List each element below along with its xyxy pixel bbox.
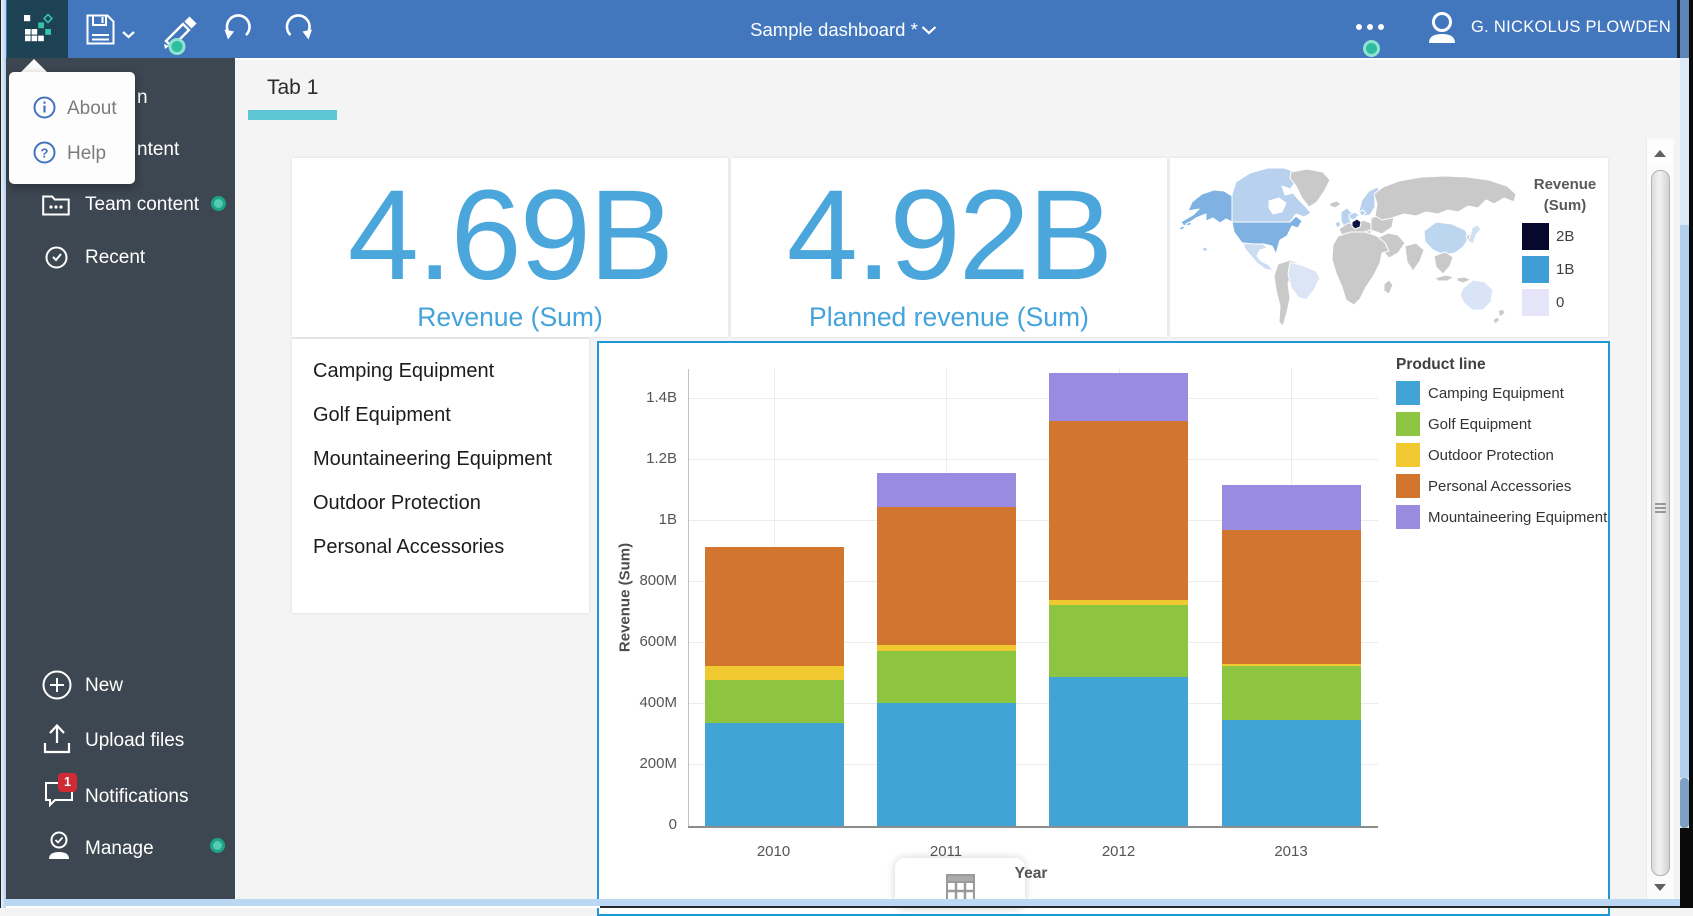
svg-text:?: ?: [41, 146, 49, 161]
